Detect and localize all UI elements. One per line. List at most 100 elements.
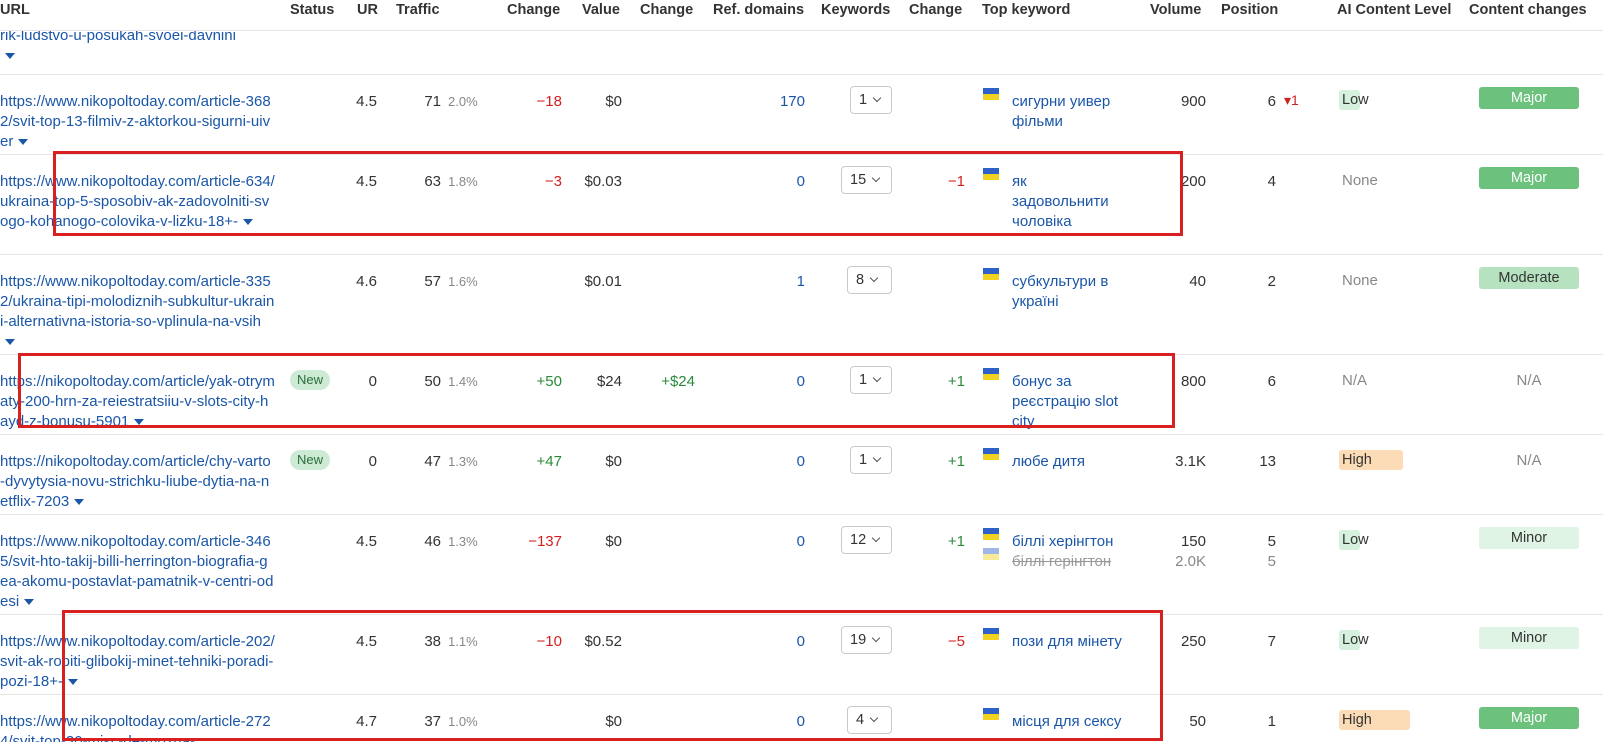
url-text[interactable]: https://www.nikopoltoday.com/article-335… xyxy=(0,273,274,330)
previous-volume-value: 2.0K xyxy=(1175,553,1206,570)
ai-level-badge: Low xyxy=(1339,630,1369,650)
keywords-count: 1 xyxy=(859,452,868,468)
traffic-change: +47 xyxy=(536,453,562,470)
caret-down-icon[interactable] xyxy=(24,599,35,606)
position-drop-value: 1 xyxy=(1291,92,1299,108)
volume-value: 900 xyxy=(1180,93,1206,110)
keywords-count: 8 xyxy=(856,272,865,288)
url-link[interactable]: https://www.nikopoltoday.com/article-346… xyxy=(0,532,275,612)
traffic-percent: 2.0% xyxy=(448,94,478,109)
url-link[interactable]: https://nikopoltoday.com/article/chy-var… xyxy=(0,452,275,512)
keywords-dropdown[interactable]: 12 xyxy=(841,526,892,554)
content-changes-badge[interactable]: Major xyxy=(1479,87,1579,109)
col-header-value-change[interactable]: Change xyxy=(640,2,693,18)
url-link[interactable]: https://www.nikopoltoday.com/article-335… xyxy=(0,272,275,352)
content-changes-text: N/A xyxy=(1516,372,1542,389)
position-value: 2 xyxy=(1267,273,1276,290)
chevron-down-icon xyxy=(872,93,882,103)
status-badge: New xyxy=(290,450,331,470)
col-header-ai-content-level[interactable]: AI Content Level xyxy=(1337,2,1451,18)
value-amount: $0 xyxy=(605,533,622,550)
col-header-keywords-change[interactable]: Change xyxy=(909,2,962,18)
ref-domains-link[interactable]: 0 xyxy=(700,452,805,472)
position-value: 7 xyxy=(1267,633,1276,650)
highlight-box xyxy=(53,151,1183,236)
caret-down-icon[interactable] xyxy=(74,499,85,506)
ref-domains-link[interactable]: 1 xyxy=(700,272,805,292)
col-header-value[interactable]: Value xyxy=(582,2,620,18)
ukraine-flag-icon xyxy=(983,268,999,280)
chevron-down-icon xyxy=(869,273,879,283)
url-link[interactable]: https://www.nikopoltoday.com/article-368… xyxy=(0,92,275,152)
ai-level-text: High xyxy=(1342,452,1372,468)
content-changes-badge[interactable]: Moderate xyxy=(1479,267,1579,289)
ai-level-text: N/A xyxy=(1342,372,1368,389)
traffic-value: 57 xyxy=(424,273,441,290)
content-changes-badge[interactable]: Major xyxy=(1479,167,1579,189)
ai-level-text: Low xyxy=(1342,632,1369,648)
col-header-traffic-change[interactable]: Change xyxy=(507,2,560,18)
ur-value: 4.6 xyxy=(356,273,377,290)
col-header-keywords[interactable]: Keywords xyxy=(821,2,890,18)
ai-level-text: None xyxy=(1342,172,1378,189)
col-header-top-keyword[interactable]: Top keyword xyxy=(982,2,1070,18)
ai-level-text: Low xyxy=(1342,532,1369,548)
caret-down-icon[interactable] xyxy=(18,139,29,146)
table-row: https://www.nikopoltoday.com/article-368… xyxy=(0,74,1603,155)
content-changes-badge[interactable]: Minor xyxy=(1479,627,1579,649)
value-amount: $0 xyxy=(605,453,622,470)
keywords-dropdown[interactable]: 8 xyxy=(847,266,892,294)
content-changes-text: N/A xyxy=(1516,452,1542,469)
col-header-volume[interactable]: Volume xyxy=(1150,2,1201,18)
volume-value: 40 xyxy=(1189,273,1206,290)
col-header-traffic[interactable]: Traffic xyxy=(396,2,440,18)
ai-level-text: Low xyxy=(1342,92,1369,108)
traffic-change: −137 xyxy=(528,533,562,550)
ref-domains-link[interactable]: 170 xyxy=(700,92,805,112)
triangle-down-icon: ▾ xyxy=(1284,92,1292,108)
col-header-ref-domains[interactable]: Ref. domains xyxy=(713,2,804,18)
ur-value: 0 xyxy=(368,453,377,470)
keywords-dropdown[interactable]: 1 xyxy=(850,86,892,114)
ai-level-badge: Low xyxy=(1339,530,1369,550)
highlight-box xyxy=(18,353,1175,428)
caret-down-icon[interactable] xyxy=(5,53,15,60)
col-header-url[interactable]: URL xyxy=(0,2,30,18)
table-row: https://www.nikopoltoday.com/article-335… xyxy=(0,254,1603,355)
col-header-status[interactable]: Status xyxy=(290,2,334,18)
top-keyword-link[interactable]: субкультури в україні xyxy=(1012,272,1137,312)
chevron-down-icon xyxy=(872,453,882,463)
url-text[interactable]: https://www.nikopoltoday.com/article-346… xyxy=(0,533,273,610)
col-header-content-changes[interactable]: Content changes xyxy=(1469,2,1587,18)
value-amount: $0 xyxy=(605,93,622,110)
volume-value: 150 xyxy=(1180,533,1206,550)
col-header-position[interactable]: Position xyxy=(1221,2,1278,18)
position-value: 6 xyxy=(1267,93,1276,110)
keywords-change: +1 xyxy=(947,533,965,550)
traffic-value: 47 xyxy=(424,453,441,470)
ukraine-flag-icon xyxy=(983,88,999,100)
ukraine-flag-icon xyxy=(983,548,999,560)
keywords-count: 12 xyxy=(850,532,867,548)
keywords-dropdown[interactable]: 1 xyxy=(850,446,892,474)
chevron-down-icon xyxy=(871,533,881,543)
url-text[interactable]: https://www.nikopoltoday.com/article-368… xyxy=(0,93,271,150)
traffic-value: 46 xyxy=(424,533,441,550)
position-value: 4 xyxy=(1267,173,1276,190)
ref-domains-link[interactable]: 0 xyxy=(700,532,805,552)
traffic-change: −18 xyxy=(536,93,562,110)
url-text[interactable]: https://nikopoltoday.com/article/chy-var… xyxy=(0,453,271,510)
traffic-percent: 1.3% xyxy=(448,454,478,469)
ai-level-text: None xyxy=(1342,272,1378,289)
ur-value: 4.5 xyxy=(356,93,377,110)
content-changes-badge[interactable]: Major xyxy=(1479,707,1579,729)
url-link[interactable]: rik-ludstvo-u-posukah-svoei-davnini xyxy=(0,26,275,66)
ai-level-badge: Low xyxy=(1339,90,1369,110)
ukraine-flag-icon xyxy=(983,448,999,460)
caret-down-icon[interactable] xyxy=(5,339,15,346)
position-drop: ▾1 xyxy=(1284,92,1299,109)
content-changes-badge[interactable]: Minor xyxy=(1479,527,1579,549)
col-header-ur[interactable]: UR xyxy=(357,2,378,18)
traffic-percent: 1.6% xyxy=(448,274,478,289)
ur-value: 4.5 xyxy=(356,533,377,550)
